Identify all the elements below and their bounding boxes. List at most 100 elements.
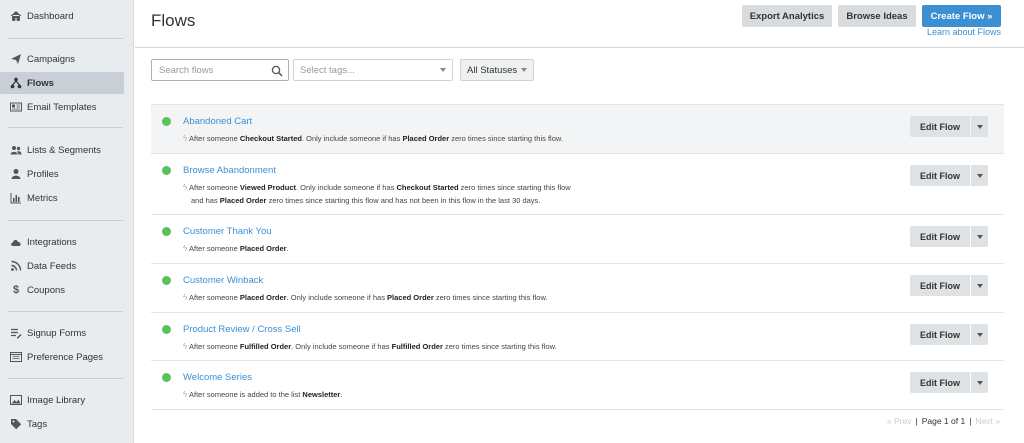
flow-actions-dropdown[interactable] bbox=[971, 116, 988, 137]
tag-icon bbox=[10, 418, 22, 430]
tags-select[interactable]: Select tags... bbox=[293, 59, 453, 81]
page-indicator: Page 1 of 1 bbox=[921, 416, 966, 426]
next-page-link[interactable]: Next » bbox=[975, 416, 1000, 426]
sidebar-item-tags[interactable]: Tags bbox=[0, 413, 124, 435]
edit-flow-button[interactable]: Edit Flow bbox=[910, 116, 970, 137]
trigger-text: . Only include someone if has bbox=[291, 342, 392, 351]
edit-flow-button-group: Edit Flow bbox=[910, 275, 988, 296]
export-analytics-button[interactable]: Export Analytics bbox=[742, 5, 832, 27]
trigger-text: After someone bbox=[189, 134, 240, 143]
status-live-icon bbox=[162, 373, 171, 382]
chevron-down-icon bbox=[976, 234, 983, 239]
flow-name-link[interactable]: Browse Abandonment bbox=[183, 165, 276, 176]
trigger-text: . bbox=[286, 244, 289, 253]
sidebar-divider bbox=[8, 127, 123, 128]
flow-trigger-line: ϟ After someone Placed Order. Only includ… bbox=[183, 291, 548, 304]
sidebar-item-integrations[interactable]: Integrations bbox=[0, 231, 124, 253]
flow-actions-dropdown[interactable] bbox=[971, 372, 988, 393]
flow-name-link[interactable]: Product Review / Cross Sell bbox=[183, 324, 301, 335]
trigger-metric: Placed Order bbox=[239, 244, 287, 253]
sidebar-item-dashboard[interactable]: Dashboard bbox=[0, 5, 124, 27]
trigger-metric: Fulfilled Order bbox=[239, 342, 292, 351]
edit-flow-button-group: Edit Flow bbox=[910, 372, 988, 393]
users-icon bbox=[10, 144, 22, 156]
status-live-icon bbox=[162, 166, 171, 175]
sidebar-item-label: Signup Forms bbox=[27, 327, 87, 339]
flow-trigger-description: ϟ After someone Fulfilled Order. Only inc… bbox=[183, 340, 557, 353]
flow-name-link[interactable]: Welcome Series bbox=[183, 372, 252, 383]
search-icon[interactable] bbox=[271, 64, 283, 77]
flow-trigger-description: ϟ After someone Placed Order. Only includ… bbox=[183, 291, 548, 304]
flow-actions-dropdown[interactable] bbox=[971, 275, 988, 296]
flow-row: Customer Winback ϟ After someone Placed Or… bbox=[151, 263, 1004, 312]
trigger-metric: Checkout Started bbox=[396, 183, 459, 192]
edit-flow-button[interactable]: Edit Flow bbox=[910, 165, 970, 186]
flow-row: Customer Thank You ϟ After someone Placed … bbox=[151, 214, 1004, 263]
sidebar-item-metrics[interactable]: Metrics bbox=[0, 187, 124, 209]
pagination: « Prev | Page 1 of 1 | Next » bbox=[887, 416, 1000, 426]
create-flow-button[interactable]: Create Flow » bbox=[922, 5, 1001, 27]
flow-name-link[interactable]: Abandoned Cart bbox=[183, 116, 252, 127]
edit-flow-button[interactable]: Edit Flow bbox=[910, 275, 970, 296]
sidebar-item-profiles[interactable]: Profiles bbox=[0, 163, 124, 185]
edit-flow-button[interactable]: Edit Flow bbox=[910, 372, 970, 393]
trigger-metric: Viewed Product bbox=[239, 183, 296, 192]
edit-flow-button[interactable]: Edit Flow bbox=[910, 324, 970, 345]
edit-flow-button[interactable]: Edit Flow bbox=[910, 226, 970, 247]
learn-about-flows-link[interactable]: Learn about Flows bbox=[927, 27, 1001, 37]
chevron-down-icon bbox=[976, 380, 983, 385]
status-live-icon bbox=[162, 117, 171, 126]
trigger-text: After someone bbox=[189, 342, 240, 351]
sidebar-item-label: Flows bbox=[27, 77, 54, 89]
sidebar-item-label: Coupons bbox=[27, 284, 66, 296]
flow-name-link[interactable]: Customer Thank You bbox=[183, 226, 272, 237]
sidebar-item-label: Data Feeds bbox=[27, 260, 77, 272]
search-box[interactable] bbox=[151, 59, 289, 81]
chevron-down-icon bbox=[440, 68, 446, 72]
status-live-icon bbox=[162, 325, 171, 334]
trigger-metric: Checkout Started bbox=[239, 134, 302, 143]
edit-flow-button-group: Edit Flow bbox=[910, 165, 988, 186]
trigger-text: After someone bbox=[189, 244, 240, 253]
sidebar-item-label: Profiles bbox=[27, 168, 59, 180]
main-content: Flows Export Analytics Browse Ideas Crea… bbox=[135, 0, 1024, 443]
dollar-icon: $ bbox=[12, 284, 20, 296]
image-icon bbox=[10, 394, 22, 406]
sidebar-item-email-templates[interactable]: Email Templates bbox=[0, 96, 124, 118]
sidebar-item-preference-pages[interactable]: Preference Pages bbox=[0, 346, 124, 368]
prev-page-link[interactable]: « Prev bbox=[887, 416, 912, 426]
trigger-text: After someone bbox=[189, 183, 240, 192]
list-divider bbox=[151, 409, 1004, 410]
sidebar-item-label: Preference Pages bbox=[27, 351, 104, 363]
sidebar-item-data-feeds[interactable]: Data Feeds bbox=[0, 255, 124, 277]
flow-actions-dropdown[interactable] bbox=[971, 226, 988, 247]
status-live-icon bbox=[162, 276, 171, 285]
sidebar-item-label: Image Library bbox=[27, 394, 86, 406]
sidebar-item-image-library[interactable]: Image Library bbox=[0, 389, 124, 411]
sidebar-item-signup-forms[interactable]: Signup Forms bbox=[0, 322, 124, 344]
chevron-down-icon bbox=[976, 283, 983, 288]
trigger-metric: Placed Order bbox=[219, 196, 267, 205]
flow-actions-dropdown[interactable] bbox=[971, 165, 988, 186]
trigger-metric: Placed Order bbox=[402, 134, 450, 143]
sidebar-item-campaigns[interactable]: Campaigns bbox=[0, 48, 124, 70]
flow-actions-dropdown[interactable] bbox=[971, 324, 988, 345]
search-input[interactable] bbox=[152, 60, 270, 81]
user-icon bbox=[10, 168, 22, 180]
flow-trigger-description: ϟ After someone is added to the list News… bbox=[183, 388, 342, 401]
status-select-value: All Statuses bbox=[467, 64, 518, 76]
template-icon bbox=[10, 101, 22, 113]
sidebar-item-lists-segments[interactable]: Lists & Segments bbox=[0, 139, 124, 161]
sidebar-item-coupons[interactable]: $ Coupons bbox=[0, 279, 124, 301]
form-icon bbox=[10, 327, 22, 339]
flow-row: Abandoned Cart ϟ After someone Checkout St… bbox=[151, 104, 1004, 153]
sidebar-divider bbox=[8, 220, 123, 221]
flow-trigger-description: ϟ After someone Viewed Product. Only incl… bbox=[183, 181, 571, 207]
browse-ideas-button[interactable]: Browse Ideas bbox=[838, 5, 916, 27]
flow-name-link[interactable]: Customer Winback bbox=[183, 275, 263, 286]
bar-chart-icon bbox=[10, 192, 22, 204]
status-select[interactable]: All Statuses bbox=[460, 59, 534, 81]
trigger-text: After someone is added to the list bbox=[189, 390, 303, 399]
sidebar-item-flows[interactable]: Flows bbox=[0, 72, 124, 94]
tags-select-placeholder: Select tags... bbox=[300, 64, 355, 76]
